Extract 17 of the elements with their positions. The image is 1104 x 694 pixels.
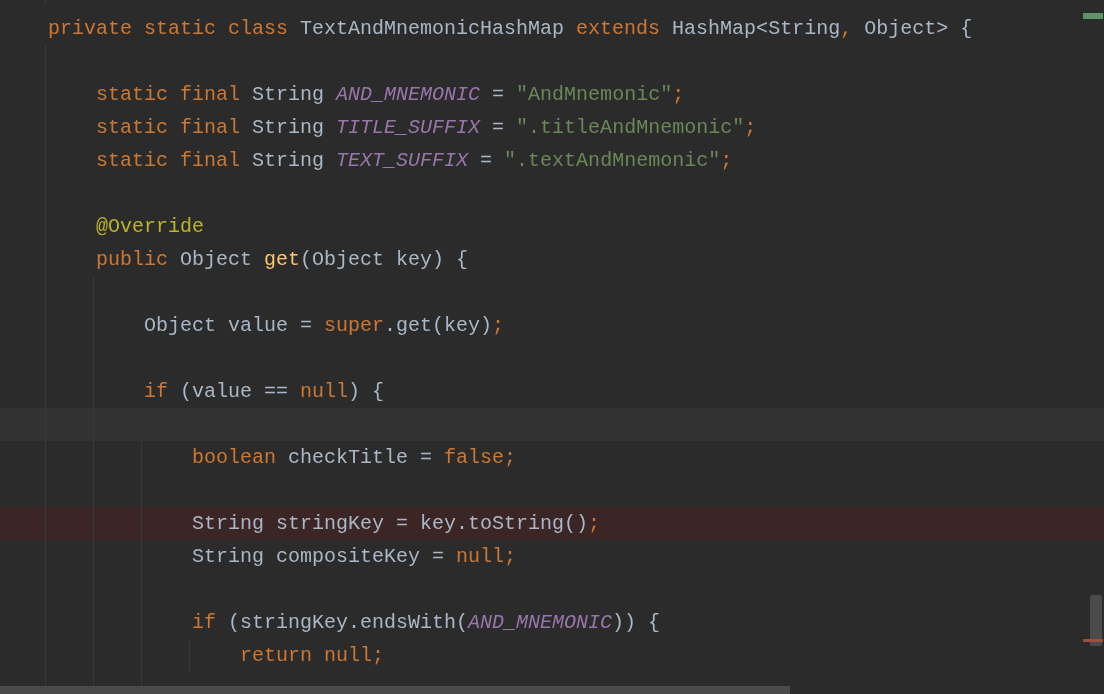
code-line: boolean checkTitle = false; [191, 445, 517, 471]
code-line: static final String TITLE_SUFFIX = ".titleAndMnemonic"; [95, 115, 757, 141]
code-line: public Object get(Object key) { [95, 247, 469, 273]
error-stripe-marker [1083, 639, 1103, 642]
code-line: if (stringKey.endsWith(AND_MNEMONIC)) { [191, 610, 661, 636]
code-line: static final String TEXT_SUFFIX = ".textAndMnemonic"; [95, 148, 733, 174]
code-line: String compositeKey = null; [191, 544, 517, 570]
code-line: Object value = super.get(key); [143, 313, 505, 339]
code-line: return null; [239, 643, 385, 669]
inspection-status-indicator [1083, 13, 1103, 19]
code-line: if (value == null) { [143, 379, 385, 405]
code-line: @Override [95, 214, 205, 240]
code-line: String stringKey = key.toString(); [191, 511, 601, 537]
vertical-scrollbar-thumb[interactable] [1090, 595, 1102, 646]
horizontal-scrollbar-thumb[interactable] [0, 686, 790, 694]
code-line: private static class TextAndMnemonicHashMap extends HashMap<String, Object> { [48, 16, 973, 42]
code-line: static final String AND_MNEMONIC = "AndMnemonic"; [95, 82, 685, 108]
